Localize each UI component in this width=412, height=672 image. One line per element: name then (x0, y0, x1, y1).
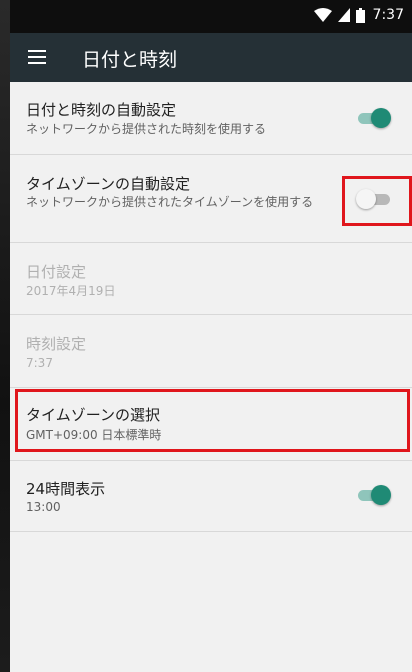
status-clock: 7:37 (372, 7, 404, 23)
battery-icon (355, 7, 365, 23)
status-bar: 7:37 (10, 0, 412, 33)
background-strip (0, 0, 10, 672)
setting-summary: 7:37 (26, 356, 53, 370)
highlight-box (342, 176, 412, 226)
setting-title: タイムゾーンの自動設定 (26, 175, 190, 193)
setting-auto-time[interactable]: 日付と時刻の自動設定 ネットワークから提供された時刻を使用する (10, 82, 412, 155)
settings-panel: 7:37 日付と時刻 日付と時刻の自動設定 ネットワークから提供された時刻を使用… (10, 0, 412, 672)
auto-time-switch[interactable] (358, 108, 391, 128)
setting-time: 時刻設定 7:37 (10, 315, 412, 388)
app-toolbar: 日付と時刻 (10, 33, 412, 82)
setting-title: 時刻設定 (26, 335, 87, 353)
setting-summary: ネットワークから提供された時刻を使用する (26, 122, 267, 136)
wifi-icon (313, 8, 332, 22)
menu-icon[interactable] (28, 50, 46, 64)
setting-date: 日付設定 2017年4月19日 (10, 243, 412, 315)
setting-24h[interactable]: 24時間表示 13:00 (10, 461, 412, 532)
setting-title: 日付設定 (26, 263, 87, 281)
signal-icon (337, 8, 350, 22)
setting-summary: 13:00 (26, 500, 61, 514)
highlight-box (15, 389, 410, 452)
toolbar-title: 日付と時刻 (82, 49, 178, 71)
setting-summary: ネットワークから提供されたタイムゾーンを使用する (26, 195, 314, 209)
setting-title: 24時間表示 (26, 480, 106, 498)
setting-title: 日付と時刻の自動設定 (26, 101, 177, 119)
setting-summary: 2017年4月19日 (26, 284, 116, 298)
24h-switch[interactable] (358, 485, 391, 505)
